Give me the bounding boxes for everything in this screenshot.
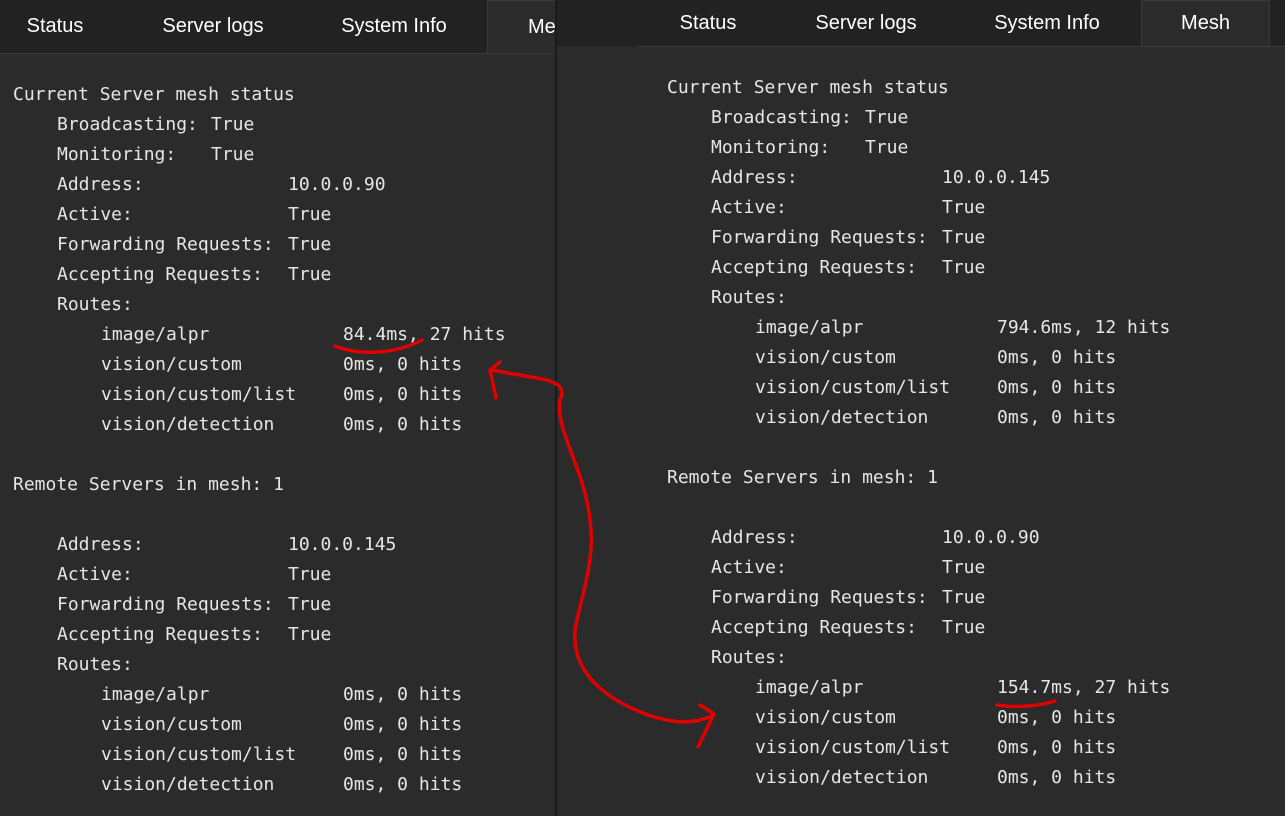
remote-forwarding-label: Forwarding Requests:: [57, 594, 274, 615]
route-stats: 0ms, 0 hits: [343, 354, 463, 375]
route-stats: 0ms, 0 hits: [997, 767, 1117, 788]
forwarding-label: Forwarding Requests:: [711, 227, 928, 248]
route-stats: 0ms, 0 hits: [997, 737, 1117, 758]
route-stats: 154.7ms, 27 hits: [997, 677, 1171, 698]
forwarding-value: True: [288, 234, 332, 255]
route-stats: 84.4ms, 27 hits: [343, 324, 506, 345]
route-name: vision/custom/list: [101, 744, 297, 765]
monitoring-value: True: [211, 144, 255, 165]
tab-status[interactable]: Status: [649, 0, 767, 46]
tab-system-info[interactable]: System Info: [965, 0, 1129, 46]
section-heading: Current Server mesh status: [13, 84, 295, 105]
route-name: vision/detection: [755, 767, 929, 788]
tab-server-logs[interactable]: Server logs: [140, 0, 286, 53]
tab-bar: Status Server logs System Info Mesh: [557, 0, 1285, 46]
route-stats: 0ms, 0 hits: [997, 347, 1117, 368]
route-stats: 0ms, 0 hits: [343, 744, 463, 765]
route-name: vision/detection: [101, 774, 275, 795]
mesh-status-panel: Current Server mesh status Broadcasting:…: [639, 46, 1285, 816]
route-stats: 0ms, 0 hits: [343, 684, 463, 705]
route-name: image/alpr: [755, 677, 864, 698]
left-window: Status Server logs System Info Mes Curre…: [0, 0, 556, 816]
remote-active-value: True: [942, 557, 986, 578]
route-stats: 0ms, 0 hits: [343, 414, 463, 435]
monitoring-label: Monitoring:: [711, 137, 831, 158]
monitoring-value: True: [865, 137, 909, 158]
tab-status[interactable]: Status: [0, 0, 110, 53]
remote-address-value: 10.0.0.90: [942, 527, 1040, 548]
broadcasting-value: True: [211, 114, 255, 135]
window-divider: [555, 0, 557, 816]
remote-active-label: Active:: [57, 564, 133, 585]
accepting-label: Accepting Requests:: [711, 257, 917, 278]
remote-routes-label: Routes:: [57, 654, 133, 675]
remote-accepting-label: Accepting Requests:: [711, 617, 917, 638]
route-stats: 0ms, 0 hits: [997, 707, 1117, 728]
remote-address-label: Address:: [711, 527, 798, 548]
remote-active-value: True: [288, 564, 332, 585]
tab-system-info[interactable]: System Info: [318, 0, 470, 53]
accepting-value: True: [942, 257, 986, 278]
active-value: True: [288, 204, 332, 225]
forwarding-value: True: [942, 227, 986, 248]
route-name: vision/detection: [101, 414, 275, 435]
route-name: vision/custom/list: [101, 384, 297, 405]
broadcasting-label: Broadcasting:: [711, 107, 852, 128]
route-name: vision/detection: [755, 407, 929, 428]
tab-server-logs[interactable]: Server logs: [794, 0, 938, 46]
broadcasting-value: True: [865, 107, 909, 128]
route-name: image/alpr: [101, 324, 210, 345]
remote-routes-label: Routes:: [711, 647, 787, 668]
address-label: Address:: [711, 167, 798, 188]
route-name: vision/custom: [101, 714, 242, 735]
mesh-status-panel: Current Server mesh status Broadcasting:…: [0, 53, 556, 816]
route-stats: 0ms, 0 hits: [997, 407, 1117, 428]
route-name: vision/custom/list: [755, 377, 951, 398]
route-stats: 0ms, 0 hits: [343, 384, 463, 405]
tab-mesh[interactable]: Mes: [487, 0, 556, 53]
active-label: Active:: [57, 204, 133, 225]
route-stats: 0ms, 0 hits: [997, 377, 1117, 398]
broadcasting-label: Broadcasting:: [57, 114, 198, 135]
tab-mesh[interactable]: Mesh: [1141, 0, 1270, 46]
route-name: vision/custom: [755, 707, 896, 728]
remote-address-value: 10.0.0.145: [288, 534, 397, 555]
section-heading: Current Server mesh status: [667, 77, 949, 98]
remote-accepting-value: True: [288, 624, 332, 645]
route-name: vision/custom: [755, 347, 896, 368]
remote-active-label: Active:: [711, 557, 787, 578]
address-value: 10.0.0.145: [942, 167, 1051, 188]
route-name: image/alpr: [755, 317, 864, 338]
route-name: image/alpr: [101, 684, 210, 705]
address-value: 10.0.0.90: [288, 174, 386, 195]
routes-label: Routes:: [57, 294, 133, 315]
remote-forwarding-value: True: [288, 594, 332, 615]
address-label: Address:: [57, 174, 144, 195]
active-value: True: [942, 197, 986, 218]
remote-accepting-value: True: [942, 617, 986, 638]
remote-heading: Remote Servers in mesh: 1: [667, 467, 938, 488]
remote-forwarding-value: True: [942, 587, 986, 608]
accepting-label: Accepting Requests:: [57, 264, 263, 285]
forwarding-label: Forwarding Requests:: [57, 234, 274, 255]
active-label: Active:: [711, 197, 787, 218]
route-stats: 0ms, 0 hits: [343, 774, 463, 795]
remote-accepting-label: Accepting Requests:: [57, 624, 263, 645]
routes-label: Routes:: [711, 287, 787, 308]
right-window: Status Server logs System Info Mesh Curr…: [557, 0, 1285, 816]
remote-address-label: Address:: [57, 534, 144, 555]
monitoring-label: Monitoring:: [57, 144, 177, 165]
accepting-value: True: [288, 264, 332, 285]
route-name: vision/custom: [101, 354, 242, 375]
route-stats: 0ms, 0 hits: [343, 714, 463, 735]
route-name: vision/custom/list: [755, 737, 951, 758]
remote-forwarding-label: Forwarding Requests:: [711, 587, 928, 608]
route-stats: 794.6ms, 12 hits: [997, 317, 1171, 338]
remote-heading: Remote Servers in mesh: 1: [13, 474, 284, 495]
tab-bar: Status Server logs System Info Mes: [0, 0, 556, 53]
